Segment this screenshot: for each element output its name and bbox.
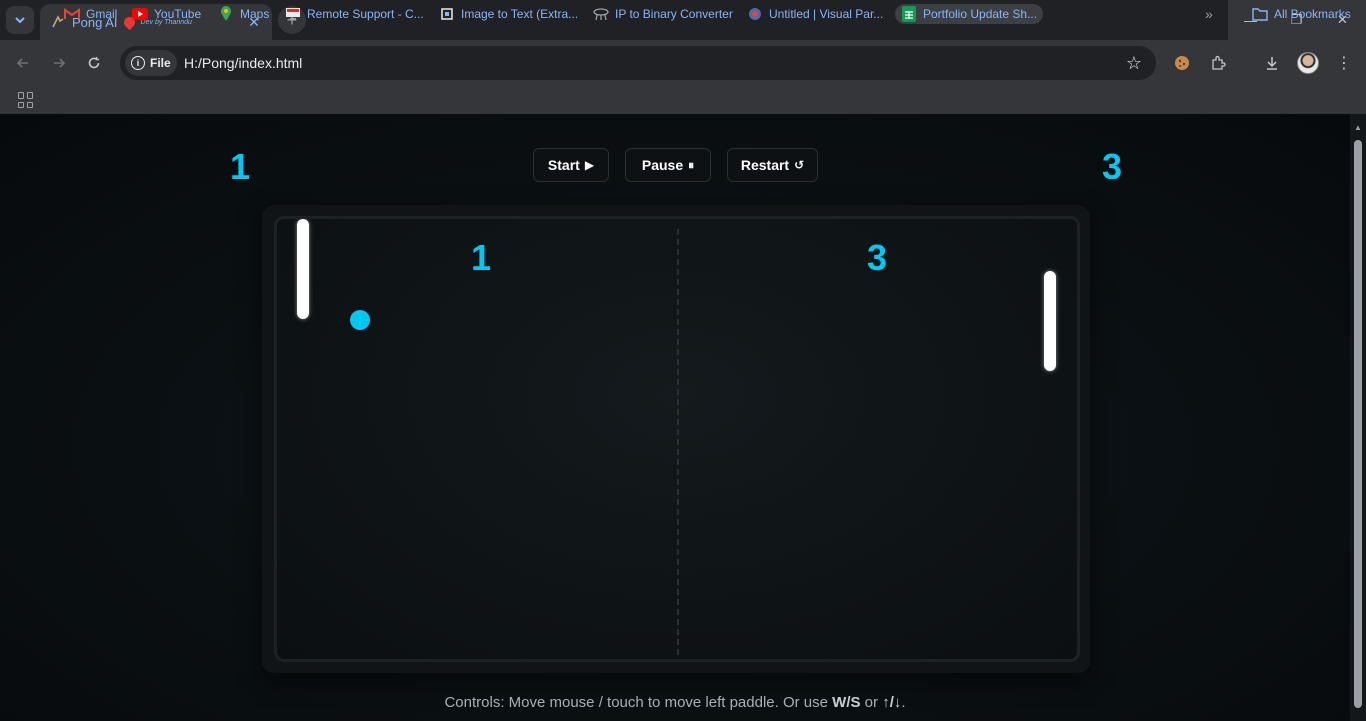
address-bar[interactable]: i File H:/Pong/index.html ☆ (120, 46, 1156, 80)
all-bookmarks-button[interactable]: All Bookmarks (1252, 4, 1351, 24)
extensions-puzzle-icon[interactable] (1206, 51, 1230, 75)
board-left-score: 1 (471, 237, 492, 278)
bookmark-remote-support[interactable]: Remote Support - C... (285, 4, 424, 24)
restart-label: Restart (740, 157, 790, 173)
image-to-text-icon (439, 6, 455, 22)
bookmark-youtube[interactable]: YouTube (132, 4, 201, 24)
all-bookmarks-label: All Bookmarks (1274, 7, 1351, 21)
bookmark-label: YouTube (154, 7, 202, 21)
bookmarks-bar (0, 86, 1366, 114)
profile-avatar[interactable] (1297, 52, 1319, 74)
bookmark-label: Maps (240, 7, 270, 21)
visual-paradigm-icon (747, 6, 763, 22)
controls-mid: or (860, 694, 883, 711)
left-score: 1 (230, 146, 251, 187)
board-right-score: 3 (867, 237, 888, 278)
forward-button[interactable] (46, 50, 72, 76)
bookmark-label: Untitled | Visual Par... (769, 7, 884, 21)
bookmark-label: Portfolio Update Sh... (923, 7, 1038, 21)
center-line (677, 229, 679, 655)
start-button[interactable]: Start ▶ (533, 148, 609, 182)
controls-suffix: . (901, 694, 906, 711)
controls-keys-arrows: ↑/↓ (882, 694, 902, 711)
game-canvas[interactable]: 1 3 (274, 216, 1080, 662)
gmail-icon (64, 6, 80, 22)
page-viewport: 1 3 Start ▶ Pause ⏸ Restart ↺ 1 3 Contro… (0, 114, 1350, 721)
scrollbar-thumb[interactable] (1354, 140, 1362, 708)
info-icon: i (131, 56, 145, 70)
chevron-down-icon (15, 17, 25, 24)
controls-keys-ws: W/S (832, 694, 861, 711)
sheets-icon (901, 6, 917, 22)
cookie-extension-icon[interactable] (1170, 51, 1194, 75)
bookmark-star-icon[interactable]: ☆ (1126, 53, 1142, 73)
bookmark-label: IP to Binary Converter (615, 7, 733, 21)
bookmark-image-to-text[interactable]: Image to Text (Extra... (439, 4, 578, 24)
ball (350, 310, 370, 330)
browser-toolbar: i File H:/Pong/index.html ☆ ⋮ (0, 40, 1366, 86)
restart-button[interactable]: Restart ↺ (727, 148, 818, 182)
right-paddle (1044, 271, 1056, 371)
play-icon: ▶ (584, 158, 595, 172)
folder-icon (1252, 6, 1268, 22)
site-info-label: File (150, 56, 171, 70)
back-button[interactable] (10, 50, 36, 76)
bookmark-ip-converter[interactable]: IP to Binary Converter (593, 4, 733, 24)
controls-prefix: Controls: Move mouse / touch to move lef… (444, 694, 833, 711)
arrow-left-icon (16, 58, 28, 68)
maps-icon (218, 6, 234, 22)
bookmark-maps[interactable]: Maps (218, 4, 269, 24)
left-paddle[interactable] (297, 219, 309, 319)
bookmarks-overflow-icon[interactable]: » (1205, 4, 1213, 24)
pause-button[interactable]: Pause ⏸ (625, 148, 711, 182)
bookmark-visual-paradigm[interactable]: Untitled | Visual Par... (747, 4, 883, 24)
youtube-icon (132, 6, 148, 22)
start-label: Start (547, 157, 580, 173)
ip-converter-icon (593, 6, 609, 22)
site-info-chip[interactable]: i File (125, 50, 177, 76)
arrow-right-icon (54, 58, 66, 68)
tab-search-button[interactable] (6, 6, 34, 34)
download-icon[interactable] (1260, 51, 1284, 75)
scroll-up-icon[interactable]: ▲ (1353, 124, 1363, 132)
bookmark-portfolio-update[interactable]: Portfolio Update Sh... (895, 4, 1044, 24)
controls-hint: Controls: Move mouse / touch to move lef… (0, 694, 1350, 711)
bookmark-label: Image to Text (Extra... (461, 7, 579, 21)
apps-grid-icon[interactable] (18, 92, 34, 108)
pause-label: Pause (641, 157, 684, 173)
bookmark-gmail[interactable]: Gmail (64, 4, 117, 24)
bookmark-label: Gmail (86, 7, 118, 21)
right-score: 3 (1102, 146, 1123, 187)
url-text[interactable]: H:/Pong/index.html (184, 55, 302, 71)
remote-support-icon (285, 6, 301, 22)
restart-icon: ↺ (794, 158, 805, 172)
reload-button[interactable] (81, 50, 107, 76)
reload-icon (88, 57, 100, 69)
more-menu-icon[interactable]: ⋮ (1332, 51, 1356, 75)
pause-icon: ⏸ (688, 157, 695, 172)
bookmark-label: Remote Support - C... (307, 7, 424, 21)
